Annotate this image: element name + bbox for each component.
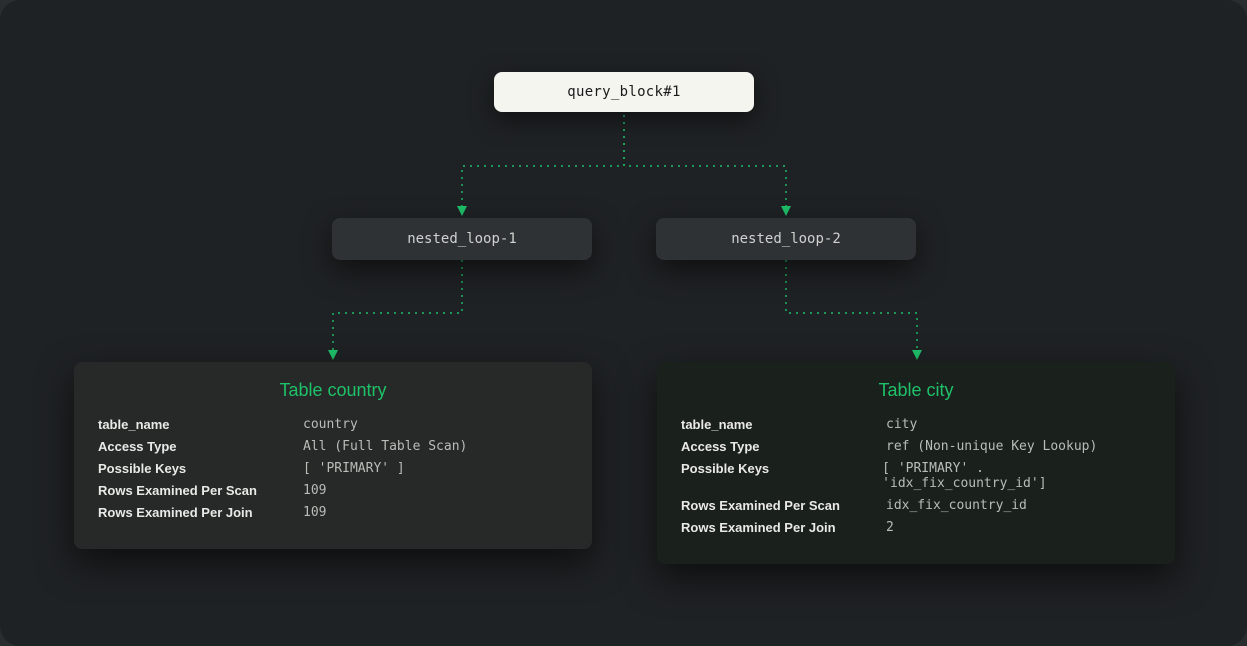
row-value: ref (Non-unique Key Lookup) [886,439,1097,454]
row-value: [ 'PRIMARY' . 'idx_fix_country_id'] [882,461,1151,491]
query-plan-diagram: query_block#1 nested_loop-1 nested_loop-… [0,0,1247,646]
table-row: Access Type ref (Non-unique Key Lookup) [681,439,1151,454]
table-title: Table country [98,380,568,401]
table-card-city: Table city table_name city Access Type r… [657,362,1175,564]
table-title: Table city [681,380,1151,401]
row-value: country [303,417,358,432]
row-label: Possible Keys [98,461,303,476]
query-block-label: query_block#1 [567,84,680,100]
nested-loop-2-label: nested_loop-2 [731,231,841,247]
row-value: 109 [303,483,326,498]
row-value: [ 'PRIMARY' ] [303,461,405,476]
row-value: idx_fix_country_id [886,498,1027,513]
nested-loop-1-label: nested_loop-1 [407,231,517,247]
nested-loop-node-1: nested_loop-1 [332,218,592,260]
table-row: Rows Examined Per Join 2 [681,520,1151,535]
row-value: city [886,417,917,432]
table-row: table_name city [681,417,1151,432]
row-value: 109 [303,505,326,520]
row-label: Access Type [98,439,303,454]
table-row: Rows Examined Per Join 109 [98,505,568,520]
table-card-country: Table country table_name country Access … [74,362,592,549]
table-row: table_name country [98,417,568,432]
row-label: Access Type [681,439,886,454]
table-row: Possible Keys [ 'PRIMARY' . 'idx_fix_cou… [681,461,1151,491]
table-row: Rows Examined Per Scan idx_fix_country_i… [681,498,1151,513]
row-label: table_name [98,417,303,432]
row-label: Rows Examined Per Join [98,505,303,520]
row-label: Rows Examined Per Scan [98,483,303,498]
row-value: 2 [886,520,894,535]
table-row: Rows Examined Per Scan 109 [98,483,568,498]
row-label: Rows Examined Per Scan [681,498,886,513]
row-label: table_name [681,417,886,432]
nested-loop-node-2: nested_loop-2 [656,218,916,260]
table-row: Access Type All (Full Table Scan) [98,439,568,454]
query-block-node: query_block#1 [494,72,754,112]
row-label: Rows Examined Per Join [681,520,886,535]
row-value: All (Full Table Scan) [303,439,467,454]
table-row: Possible Keys [ 'PRIMARY' ] [98,461,568,476]
row-label: Possible Keys [681,461,882,491]
